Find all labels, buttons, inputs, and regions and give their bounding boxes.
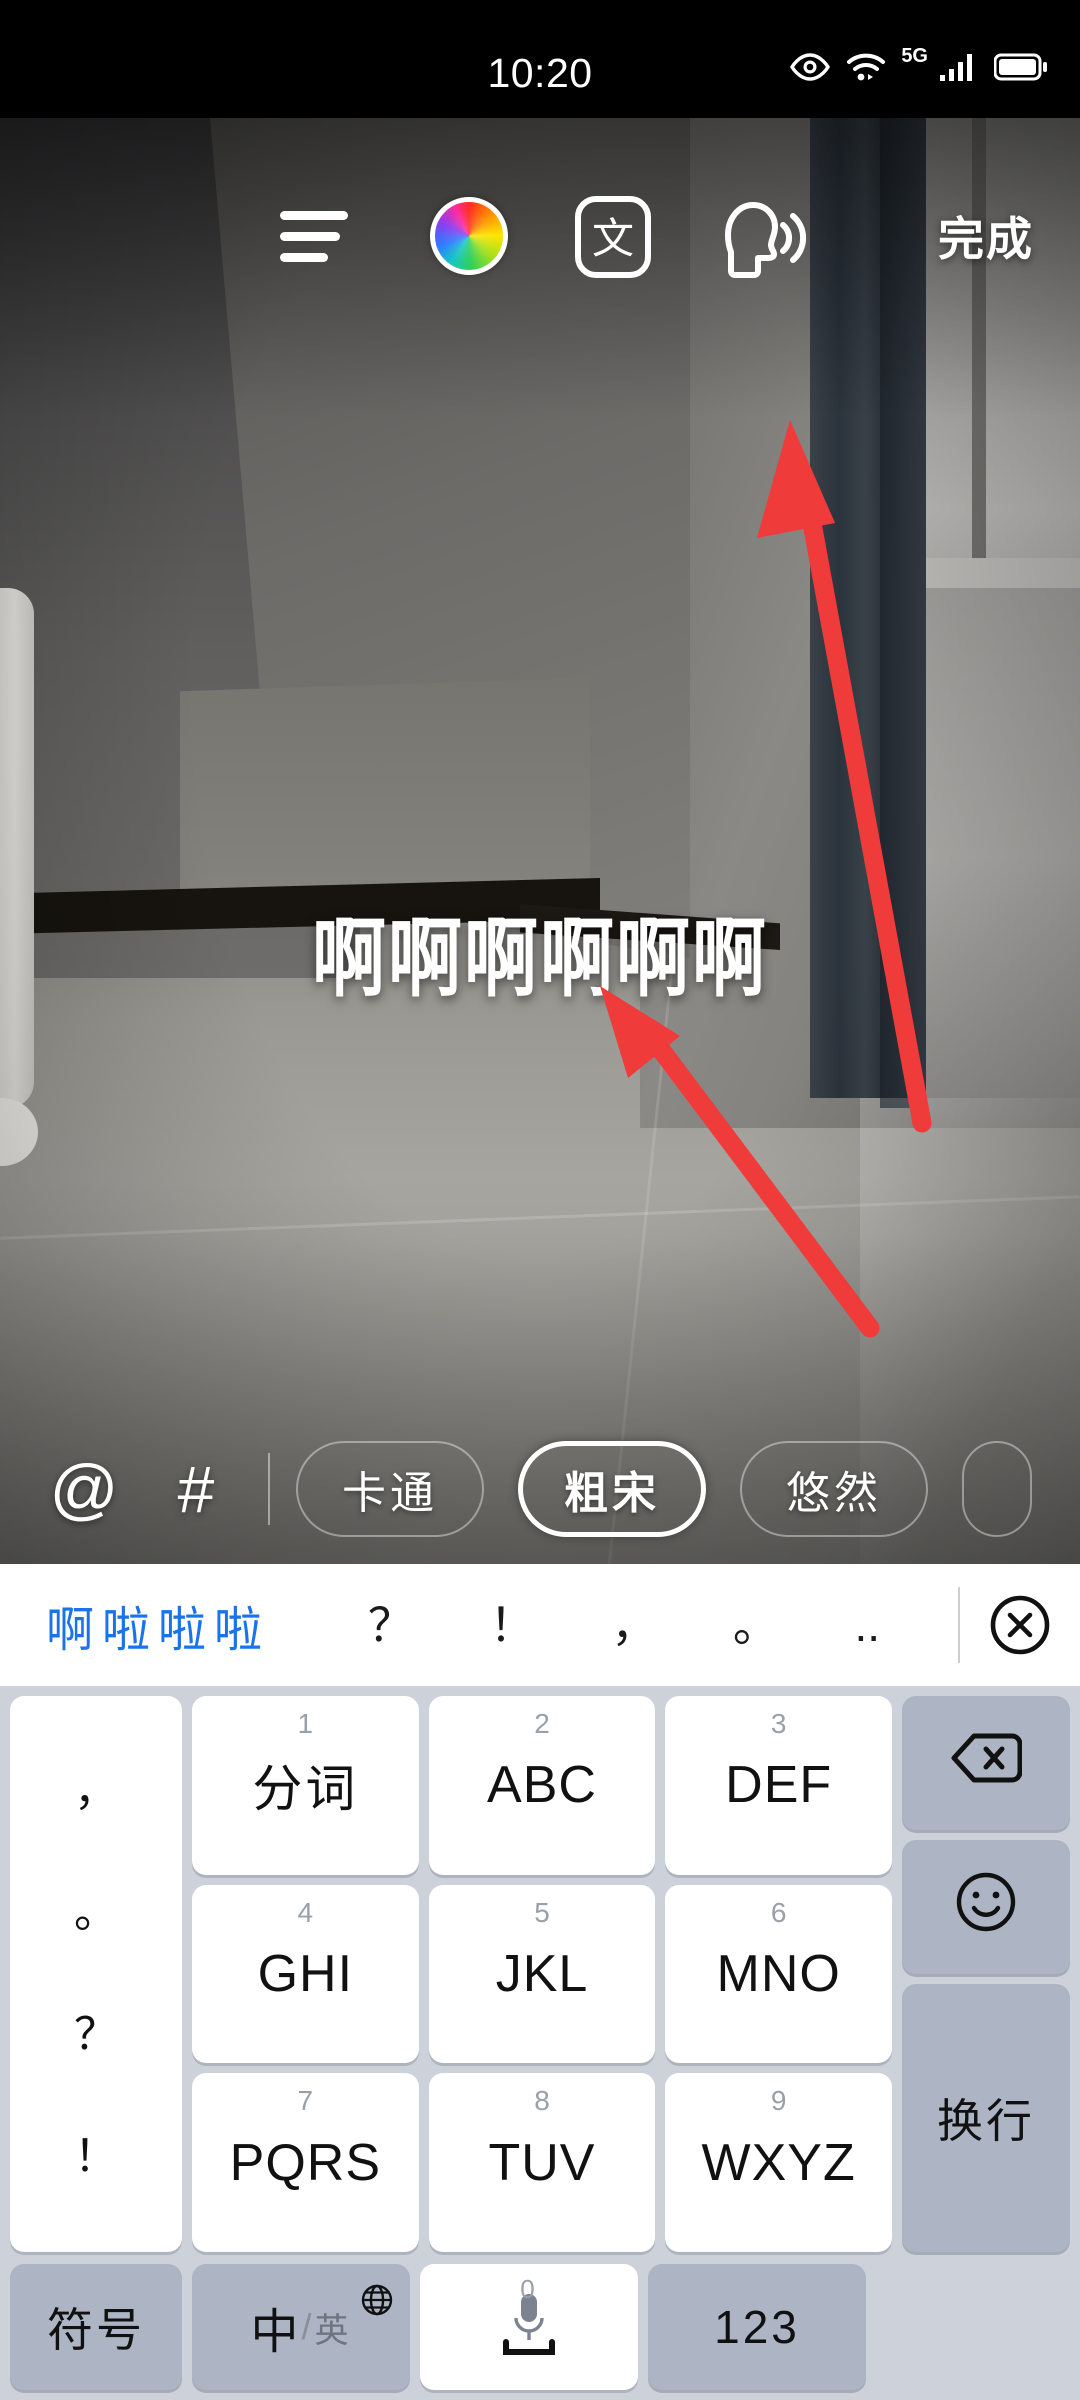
punct-period[interactable]: 。 bbox=[74, 1891, 118, 1935]
overlay-text[interactable]: 啊啊啊啊啊啊 bbox=[0, 889, 1080, 1013]
mention-button[interactable]: @ bbox=[38, 1443, 130, 1535]
punct-exclamation[interactable]: ！ bbox=[74, 2135, 118, 2179]
emoji-smiley-icon bbox=[954, 1870, 1018, 1945]
language-toggle-key[interactable]: 中 / 英 bbox=[192, 2264, 410, 2390]
hashtag-button[interactable]: # bbox=[150, 1443, 242, 1535]
key-5-label: JKL bbox=[495, 1944, 589, 2003]
space-key[interactable]: 0 bbox=[420, 2264, 638, 2390]
candidate-word[interactable]: 啊啦啦啦 bbox=[46, 1590, 270, 1660]
symbols-key[interactable]: 符号 bbox=[10, 2264, 182, 2390]
font-option-cartoon[interactable]: 卡通 bbox=[296, 1441, 484, 1537]
key-7-label: PQRS bbox=[229, 2133, 382, 2192]
key-1-number: 1 bbox=[297, 1708, 314, 1739]
translate-icon[interactable]: 文 bbox=[574, 195, 652, 279]
key-3-number: 3 bbox=[770, 1708, 787, 1739]
key-8[interactable]: 8 TUV bbox=[428, 2073, 656, 2252]
key-3-label: DEF bbox=[725, 1756, 833, 1815]
key-7-number: 7 bbox=[297, 2085, 314, 2117]
emoji-key[interactable] bbox=[902, 1840, 1070, 1974]
key-2-label: ABC bbox=[487, 1756, 597, 1815]
fontbar-divider bbox=[268, 1453, 270, 1525]
eye-care-icon bbox=[789, 53, 831, 81]
font-option-bold-song[interactable]: 粗宋 bbox=[518, 1441, 706, 1537]
candidate-more-dots[interactable]: .. bbox=[855, 1602, 881, 1648]
punctuation-column-key[interactable]: ， 。 ？ ！ bbox=[10, 1696, 182, 2252]
key-6-label: MNO bbox=[716, 1944, 841, 2003]
text-align-icon[interactable] bbox=[278, 205, 356, 267]
function-column: 换行 bbox=[902, 1696, 1070, 2252]
key-4-label: GHI bbox=[257, 1944, 354, 2003]
candidate-comma[interactable]: ， bbox=[611, 1602, 657, 1648]
space-key-zero: 0 bbox=[520, 2274, 538, 2304]
close-circle-icon[interactable] bbox=[960, 1594, 1080, 1656]
editor-toolbar: 文 完成 bbox=[0, 173, 1080, 283]
key-7[interactable]: 7 PQRS bbox=[192, 2073, 419, 2252]
key-5[interactable]: 5 JKL bbox=[428, 1884, 656, 2064]
candidate-punctuation-row: ？ ！ ， 。 .. bbox=[330, 1602, 918, 1648]
phone-screen: 10:20 5G 啊啊啊啊啊啊 文 完成 @ # 卡通 粗宋 悠然 啊啦啦啦 ？… bbox=[0, 0, 1080, 2400]
numeric-key[interactable]: 123 bbox=[648, 2264, 866, 2390]
network-type-label: 5G bbox=[901, 45, 928, 67]
key-9-number: 9 bbox=[770, 2085, 787, 2117]
key-9[interactable]: 9 WXYZ bbox=[665, 2073, 892, 2252]
candidate-bar: 啊啦啦啦 ？ ！ ， 。 .. bbox=[0, 1564, 1080, 1686]
language-chinese-label: 中 bbox=[250, 2306, 302, 2359]
key-5-number: 5 bbox=[534, 1896, 550, 1928]
signal-icon bbox=[939, 52, 979, 82]
key-6-number: 6 bbox=[770, 1896, 787, 1928]
key-1-label: 分词 bbox=[252, 1761, 359, 1818]
battery-icon bbox=[994, 53, 1048, 81]
text-to-speech-icon[interactable] bbox=[712, 199, 808, 279]
key-9-label: WXYZ bbox=[701, 2133, 856, 2192]
keyboard: 啊啦啦啦 ？ ！ ， 。 .. ， 。 ？ ！ 1 分词 2 ABC 3 DEF… bbox=[0, 1564, 1080, 2400]
bottom-key-row: 符号 中 / 英 0 123 bbox=[10, 2264, 1070, 2390]
done-button[interactable]: 完成 bbox=[938, 203, 1034, 269]
svg-text:文: 文 bbox=[592, 216, 634, 263]
font-option-next[interactable] bbox=[962, 1441, 1032, 1537]
key-3[interactable]: 3 DEF bbox=[665, 1696, 892, 1875]
candidate-period[interactable]: 。 bbox=[733, 1602, 779, 1648]
globe-icon bbox=[360, 2274, 394, 2328]
language-english-label: 英 bbox=[314, 2311, 352, 2350]
font-style-bar: @ # 卡通 粗宋 悠然 bbox=[0, 1414, 1080, 1564]
status-bar-icons: 5G bbox=[789, 46, 1048, 82]
backspace-key[interactable] bbox=[902, 1696, 1070, 1830]
key-8-label: TUV bbox=[488, 2133, 596, 2192]
candidate-exclamation[interactable]: ！ bbox=[490, 1602, 536, 1648]
key-2-number: 2 bbox=[534, 1708, 550, 1739]
wifi-icon bbox=[846, 52, 886, 82]
enter-key[interactable]: 换行 bbox=[902, 1984, 1070, 2252]
backspace-icon bbox=[950, 1730, 1023, 1797]
status-bar: 10:20 5G bbox=[0, 0, 1080, 118]
key-4[interactable]: 4 GHI bbox=[192, 1884, 419, 2064]
key-2[interactable]: 2 ABC bbox=[428, 1696, 656, 1875]
status-clock: 10:20 bbox=[487, 50, 593, 96]
photo-editing-canvas[interactable]: 啊啊啊啊啊啊 文 完成 @ # 卡通 粗宋 悠然 bbox=[0, 118, 1080, 1564]
candidate-question-mark[interactable]: ？ bbox=[368, 1602, 414, 1648]
punct-comma[interactable]: ， bbox=[74, 1769, 118, 1813]
key-4-number: 4 bbox=[297, 1896, 314, 1928]
key-1[interactable]: 1 分词 bbox=[192, 1696, 419, 1875]
key-8-number: 8 bbox=[534, 2085, 550, 2117]
language-separator: / bbox=[301, 2306, 315, 2347]
color-wheel-icon[interactable] bbox=[430, 197, 508, 275]
key-area: ， 。 ？ ！ 1 分词 2 ABC 3 DEF 4 GHI 5 JKL 6 M… bbox=[0, 1686, 1080, 2400]
punct-question[interactable]: ？ bbox=[74, 2013, 118, 2057]
key-6[interactable]: 6 MNO bbox=[665, 1884, 892, 2064]
font-option-leisurely[interactable]: 悠然 bbox=[740, 1441, 928, 1537]
keypad-grid: 1 分词 2 ABC 3 DEF 4 GHI 5 JKL 6 MNO 7 PQR… bbox=[192, 1696, 892, 2252]
